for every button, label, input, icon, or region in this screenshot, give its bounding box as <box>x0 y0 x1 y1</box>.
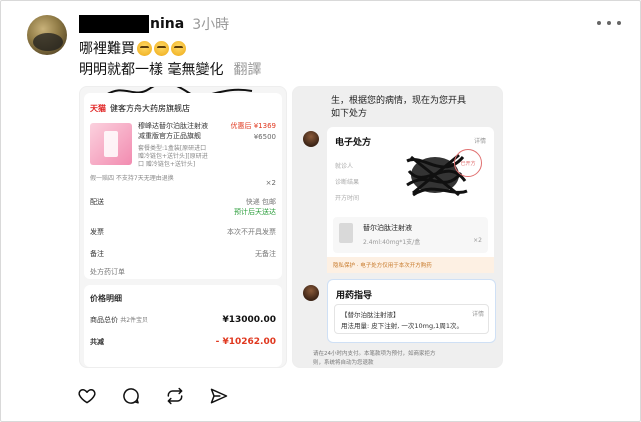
remark-row: 备注 无备注 <box>90 249 276 259</box>
quantity: ×2 <box>265 179 276 187</box>
field-time: 开方时间 <box>335 195 360 202</box>
guide-drug: 【替尔泊肽注射液】 <box>341 311 400 319</box>
payment-notice: 请在24小时内支付。本笔款项为预付，如商家拒方 <box>313 351 436 357</box>
shipping-row: 配送 快递 包邮 <box>90 197 276 207</box>
drug-name: 替尔泊肽注射液 <box>363 224 412 232</box>
post-text-line-1: 哪裡難買 <box>79 38 186 58</box>
attached-image-order[interactable]: 天猫 健客方舟大药房旗舰店 穆峰达替尔泊肽注射液 减重版官方正品旗舰 套餐类型:… <box>79 86 287 368</box>
field-diagnosis: 诊断结果 <box>335 179 360 186</box>
product-spec: 口 赠冷链包+送针头] <box>138 161 196 168</box>
remark-label: 备注 <box>90 250 104 258</box>
repost-icon[interactable] <box>165 386 185 406</box>
chat-text: 生，根据您的病情，现在为您开具 <box>331 96 467 106</box>
invoice-label: 发票 <box>90 228 104 236</box>
drug-qty: ×2 <box>473 237 482 244</box>
more-options-icon[interactable] <box>597 21 621 27</box>
post-text-line-2: 明明就都一樣 毫無變化 翻譯 <box>79 59 261 79</box>
total-label: 商品总价 <box>90 316 118 324</box>
drug-row: 替尔泊肽注射液 2.4ml:40mg*1支/盒 ×2 <box>333 217 488 253</box>
doctor-avatar <box>303 131 319 147</box>
store-name-row: 天猫 健客方舟大药房旗舰店 <box>90 103 190 114</box>
discount-row: 共减 - ¥10262.00 <box>90 337 276 347</box>
rx-order-row: 处方药订单 <box>90 267 276 277</box>
privacy-notice: 隐私保护 · 电子处方仅用于本次开方购药 <box>327 257 494 273</box>
shipping-eta-row: 预计后天送达 <box>90 207 276 217</box>
prescription-card: 电子处方 详情 就诊人 诊断结果 开方时间 已开方 替尔泊肽注射液 2.4ml:… <box>327 127 494 273</box>
shipping-eta: 预计后天送达 <box>234 208 276 216</box>
username[interactable]: nina <box>150 16 184 32</box>
invoice-row: 发票 本次不开具发票 <box>90 227 276 237</box>
field-patient: 就诊人 <box>335 163 354 170</box>
product-title: 穆峰达替尔泊肽注射液 <box>138 122 208 130</box>
drug-thumb-icon <box>339 223 353 243</box>
post-text: 明明就都一樣 毫無變化 <box>79 62 224 78</box>
shipping-label: 配送 <box>90 198 104 206</box>
drug-dose: 2.4ml:40mg*1支/盒 <box>363 239 421 246</box>
rx-title: 电子处方 <box>335 138 372 148</box>
like-icon[interactable] <box>77 386 97 406</box>
price-detail-card: 价格明细 商品总价 共2件宝贝 ¥13000.00 共减 - ¥10262.00 <box>84 285 282 367</box>
product-image <box>90 123 132 165</box>
share-icon[interactable] <box>209 386 229 406</box>
guide-usage: 用法用量: 皮下注射, 一次10mg,1周1次。 <box>341 322 463 330</box>
discount-price: 优惠后 ¥1369 <box>230 122 277 130</box>
avatar[interactable] <box>27 15 67 55</box>
post-text: 哪裡難買 <box>79 41 135 57</box>
price-detail-title-row: 价格明细 <box>90 293 276 304</box>
product-subtitle: 减重版官方正品旗舰 <box>138 132 201 140</box>
order-card: 天猫 健客方舟大药房旗舰店 穆峰达替尔泊肽注射液 减重版官方正品旗舰 套餐类型:… <box>84 93 282 279</box>
attached-image-prescription[interactable]: 生，根据您的病情，现在为您开具 如下处方 电子处方 详情 就诊人 诊断结果 开方… <box>292 86 503 368</box>
guide-content: 【替尔泊肽注射液】 用法用量: 皮下注射, 一次10mg,1周1次。 详情 <box>334 304 489 334</box>
discount-value: - ¥10262.00 <box>215 337 276 347</box>
rx-order-label: 处方药订单 <box>90 268 125 276</box>
emoji-icon <box>171 40 186 56</box>
approved-stamp: 已开方 <box>454 149 482 177</box>
redacted-username-block <box>79 15 149 33</box>
post-time[interactable]: 3小時 <box>192 14 229 34</box>
rx-detail-link[interactable]: 详情 <box>474 136 486 145</box>
emoji-icon <box>137 40 152 56</box>
price-detail-title: 价格明细 <box>90 294 122 303</box>
post-actions <box>77 386 253 406</box>
guide-title: 用药指导 <box>336 291 373 301</box>
emoji-icon <box>154 40 169 56</box>
post-header: nina 3小時 <box>79 13 229 35</box>
product-note: 假一赔四 不支持7天无理由退换 <box>90 175 174 182</box>
shipping-value: 快递 包邮 <box>245 198 276 206</box>
guide-detail-link[interactable]: 详情 <box>472 309 484 318</box>
tmall-badge: 天猫 <box>90 104 106 113</box>
post-card: nina 3小時 哪裡難買 明明就都一樣 毫無變化 翻譯 天猫 健客方舟大药房旗… <box>0 0 641 422</box>
total-row: 商品总价 共2件宝贝 ¥13000.00 <box>90 315 276 325</box>
original-price: ¥6500 <box>253 133 276 141</box>
invoice-value: 本次不开具发票 <box>227 228 276 236</box>
doctor-avatar <box>303 285 319 301</box>
discount-label: 共减 <box>90 338 104 346</box>
total-value: ¥13000.00 <box>222 315 276 325</box>
comment-icon[interactable] <box>121 386 141 406</box>
medication-guide-card: 用药指导 【替尔泊肽注射液】 用法用量: 皮下注射, 一次10mg,1周1次。 … <box>327 279 496 343</box>
translate-link[interactable]: 翻譯 <box>233 59 261 79</box>
payment-notice: 则，系统将自动为您退款 <box>313 360 374 366</box>
total-note: 共2件宝贝 <box>120 317 149 324</box>
store-name: 健客方舟大药房旗舰店 <box>110 104 190 113</box>
remark-value: 无备注 <box>255 250 276 258</box>
chat-text: 如下处方 <box>331 109 368 119</box>
